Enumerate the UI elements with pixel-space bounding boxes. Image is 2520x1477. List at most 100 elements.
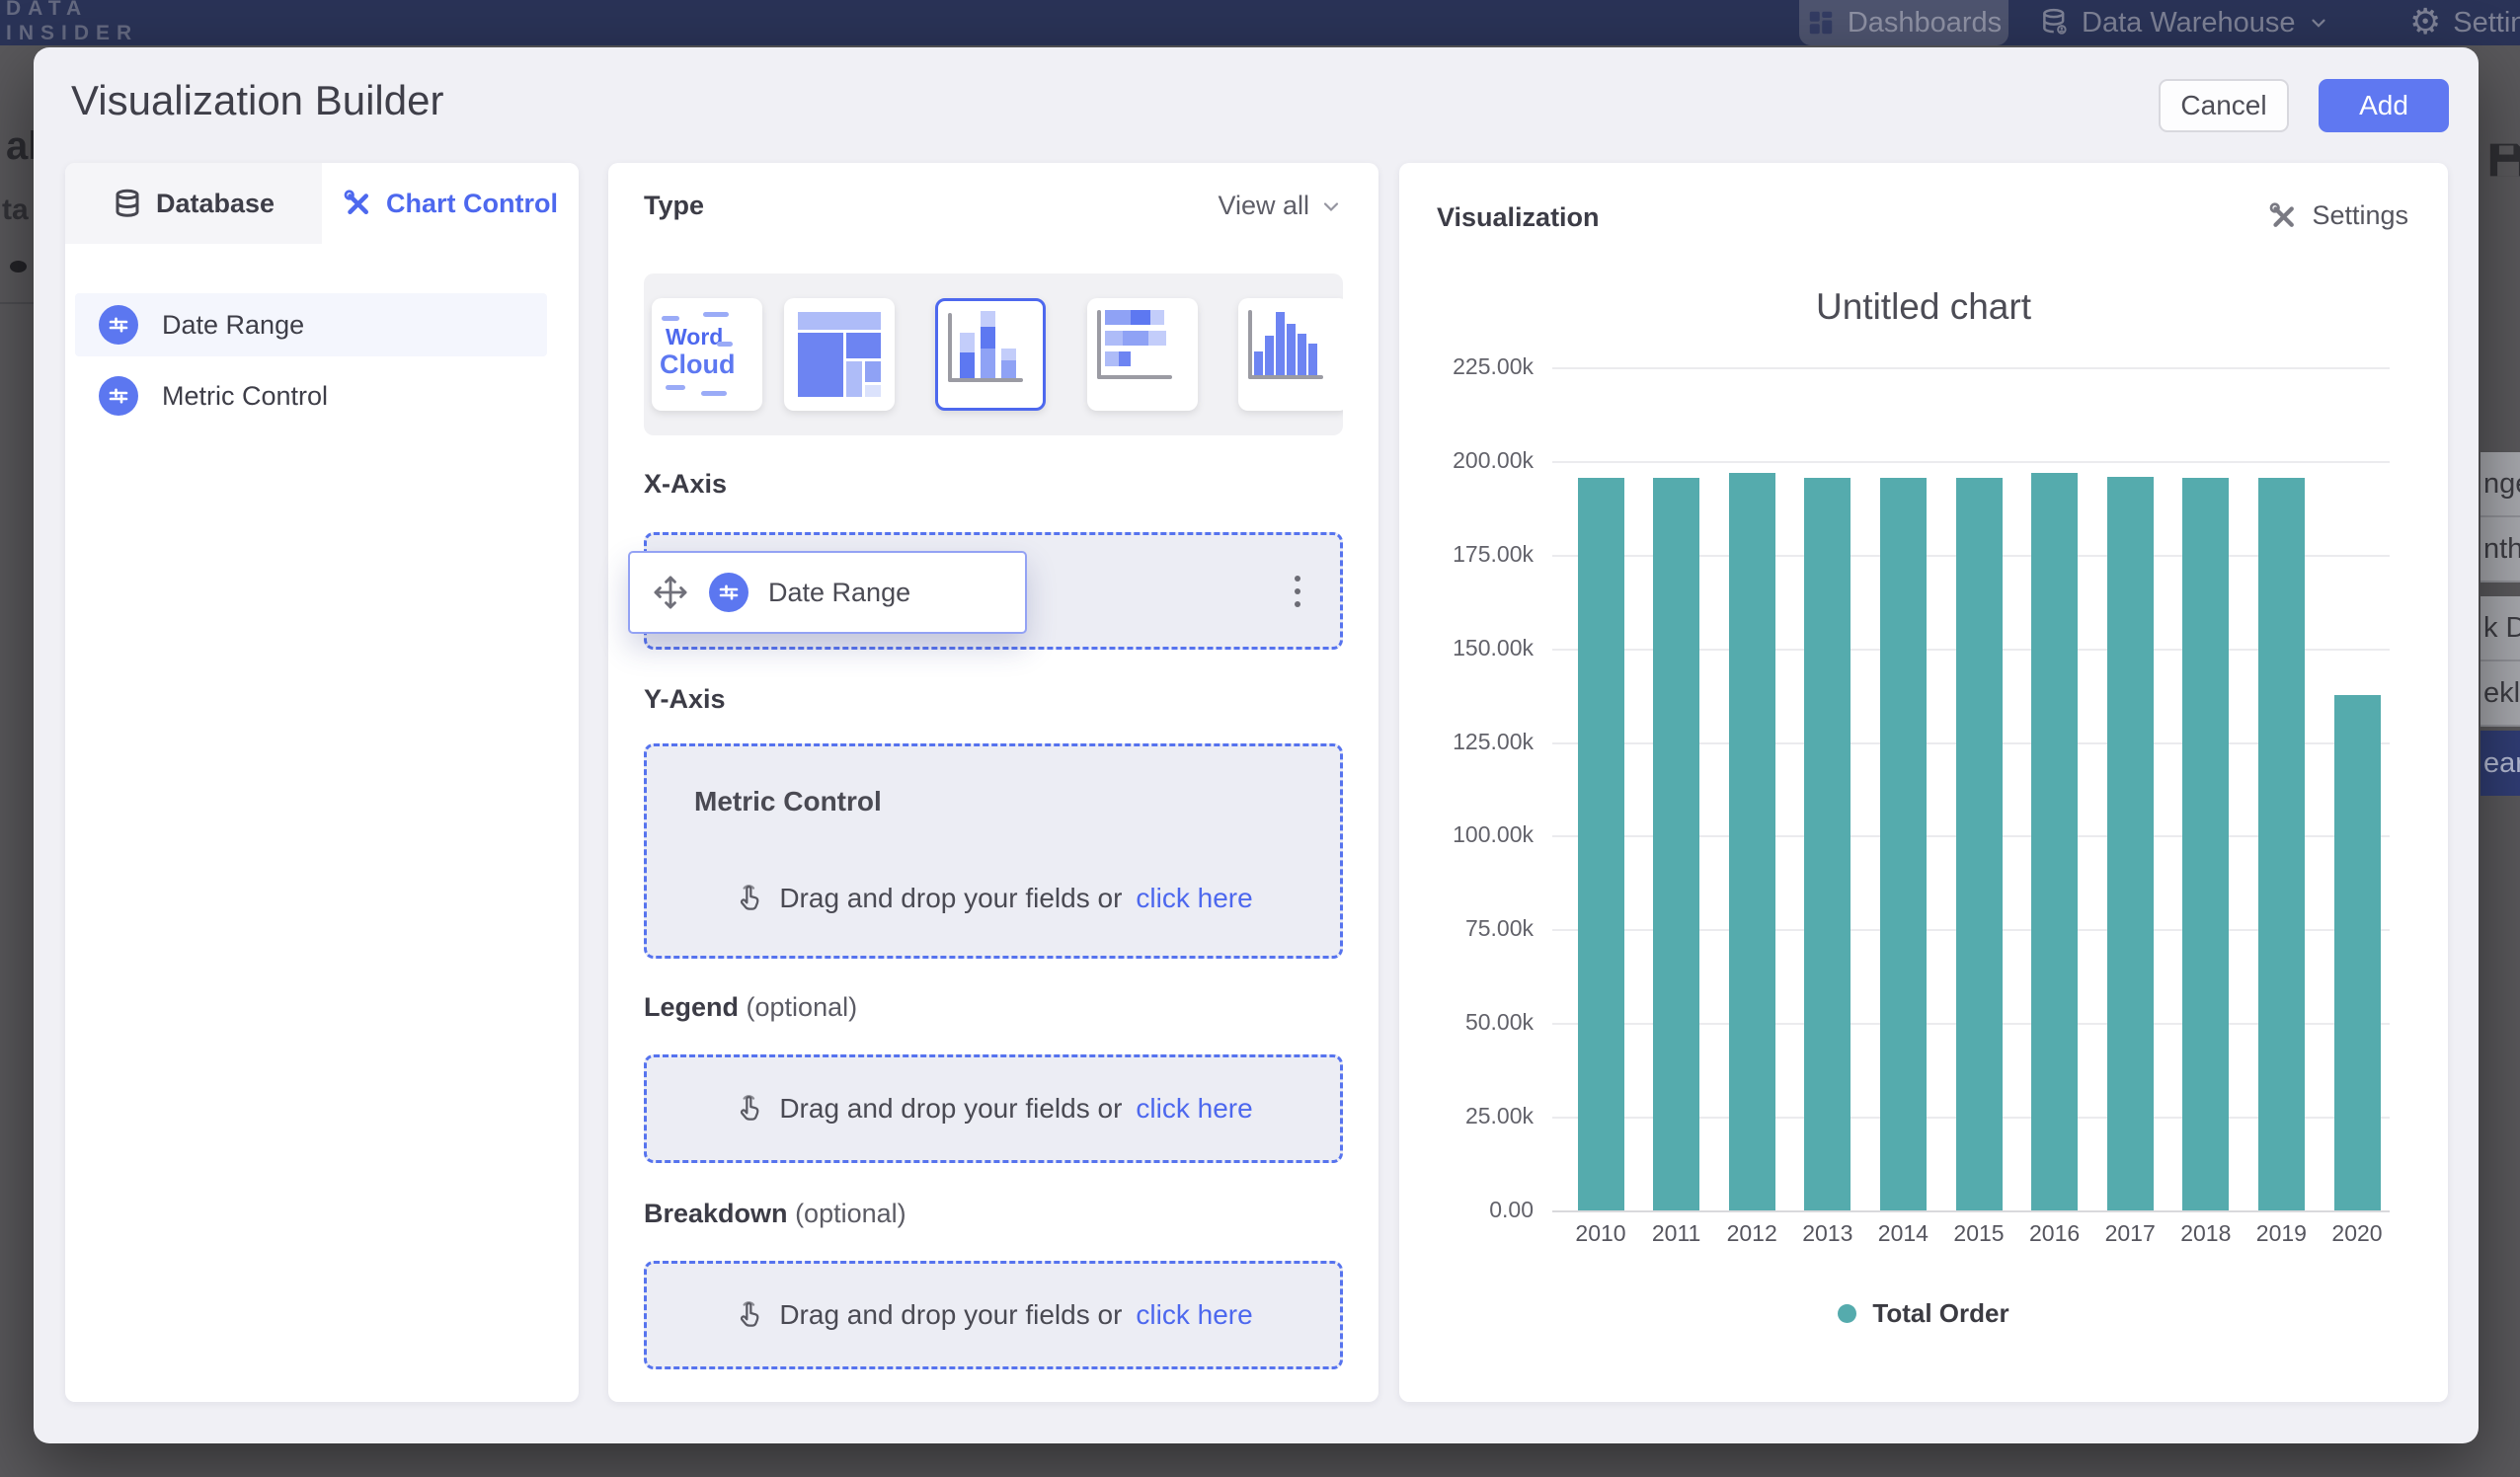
chart-plot: 225.00k200.00k175.00k150.00k125.00k100.0… [1432,355,2429,1264]
tap-hand-icon [734,1299,765,1331]
bar-2016 [2031,473,2078,1210]
nav-label: Settings [2453,7,2520,39]
chart-type-column[interactable] [1238,298,1343,411]
x-axis-tick-label: 2016 [2015,1220,2094,1247]
click-here-link[interactable]: click here [1136,1299,1252,1331]
x-axis-tick-label: 2018 [2166,1220,2245,1247]
bar-2010 [1578,478,1624,1210]
chart-type-strip: Word Cloud [644,273,1343,435]
tap-hand-icon [734,883,765,914]
save-icon[interactable] [2486,140,2520,180]
bar-2014 [1880,478,1927,1210]
screen: DATA INSIDER Dashboards Data Warehouse ⚙… [0,0,2520,1477]
tab-chart-control[interactable]: Chart Control [322,163,579,244]
nav-item-dashboards[interactable]: Dashboards [1799,0,2008,45]
chart-type-stacked-column[interactable] [935,298,1046,411]
database-icon [113,189,142,218]
y-axis-tick-label: 25.00k [1432,1103,1534,1129]
nav-item-settings[interactable]: ⚙ Settings [2409,0,2520,45]
bar-2018 [2182,478,2229,1210]
gridline [1552,461,2390,463]
y-axis-dropzone[interactable]: Metric Control Drag and drop your fields… [644,743,1343,959]
x-axis-tick-label: 2019 [2242,1220,2321,1247]
dashboards-grid-icon [1806,8,1836,38]
word-cloud-word: Word [666,324,723,350]
chart-settings-button[interactable]: Settings [2268,200,2408,231]
y-axis-tick-label: 0.00 [1432,1197,1534,1223]
y-axis-zone-label: Metric Control [694,786,882,817]
dragged-field-date-range[interactable]: Date Range [628,551,1027,634]
legend-label: Total Order [1872,1298,2008,1329]
bar-2013 [1804,478,1851,1210]
nav-label: Dashboards [1848,7,2002,39]
bar-2020 [2334,695,2381,1210]
tab-database[interactable]: Database [65,163,322,244]
kebab-menu-icon[interactable] [1289,570,1306,613]
chart-legend[interactable]: Total Order [1479,1298,2368,1329]
tools-icon [343,189,372,218]
x-axis-heading: X-Axis [644,469,727,500]
tap-hand-icon [734,1093,765,1125]
bar-2015 [1956,478,2003,1210]
breakdown-dropzone[interactable]: Drag and drop your fields or click here [644,1261,1343,1369]
y-axis-heading: Y-Axis [644,684,726,715]
field-item-date-range[interactable]: Date Range [75,293,547,356]
y-axis-tick-label: 75.00k [1432,915,1534,942]
bar-2017 [2107,477,2154,1210]
word-cloud-word: Cloud [660,350,735,380]
legend-dropzone[interactable]: Drag and drop your fields or click here [644,1054,1343,1163]
legend-swatch [1838,1304,1856,1323]
legend-heading: Legend (optional) [644,992,857,1023]
drop-hint-text: Drag and drop your fields or [779,1093,1122,1125]
gridline [1552,1210,2390,1212]
edge-menu-item[interactable]: nthly [2481,517,2520,583]
chart-type-word-cloud[interactable]: Word Cloud [652,298,762,411]
view-all-dropdown[interactable]: View all [1218,191,1343,221]
background-page-text-fragment: ta [2,194,29,227]
top-nav-bar: DATA INSIDER Dashboards Data Warehouse ⚙… [0,0,2520,45]
bar-2019 [2258,478,2305,1210]
x-axis-tick-label: 2012 [1712,1220,1791,1247]
control-sliders-icon [99,305,138,345]
add-button[interactable]: Add [2319,79,2449,132]
cancel-button[interactable]: Cancel [2159,79,2289,132]
chart-title: Untitled chart [1479,286,2368,328]
click-here-link[interactable]: click here [1136,883,1252,914]
background-divider [0,302,34,304]
y-axis-tick-label: 50.00k [1432,1009,1534,1036]
optional-suffix: (optional) [747,992,858,1022]
modal-title: Visualization Builder [71,77,443,124]
x-axis-tick-label: 2017 [2090,1220,2169,1247]
control-sliders-icon [99,376,138,416]
nav-label: Data Warehouse [2082,7,2296,39]
chart-type-stacked-bar[interactable] [1087,298,1198,411]
tools-icon [2268,201,2298,231]
y-axis-tick-label: 100.00k [1432,821,1534,848]
y-axis-tick-label: 125.00k [1432,729,1534,755]
chevron-down-icon [2308,12,2329,34]
x-axis-tick-label: 2014 [1863,1220,1942,1247]
visualization-panel: Visualization Settings Untitled chart 22… [1399,163,2448,1402]
field-label: Date Range [162,310,304,341]
edge-menu-item[interactable]: k Date [2481,596,2520,661]
click-here-link[interactable]: click here [1136,1093,1252,1125]
gridline [1552,367,2390,369]
chevron-down-icon [1319,194,1343,218]
gear-icon: ⚙ [2409,5,2441,40]
x-axis-tick-label: 2013 [1788,1220,1867,1247]
brand-logo: DATA INSIDER [6,0,138,45]
edge-menu-item[interactable]: ekly [2481,661,2520,727]
y-axis-tick-label: 200.00k [1432,447,1534,474]
tab-label: Chart Control [386,189,558,219]
edge-menu-item[interactable]: ear [2481,731,2520,796]
control-sliders-icon [709,573,748,612]
nav-item-data-warehouse[interactable]: Data Warehouse [2040,0,2329,45]
field-item-metric-control[interactable]: Metric Control [75,364,547,428]
background-bullet-dot [10,261,27,272]
bar-2011 [1653,478,1699,1210]
tab-label: Database [156,189,275,219]
settings-label: Settings [2312,200,2408,231]
edge-menu-item[interactable]: nge [2481,452,2520,517]
visualization-heading: Visualization [1437,202,1600,233]
chart-type-treemap[interactable] [784,298,895,411]
